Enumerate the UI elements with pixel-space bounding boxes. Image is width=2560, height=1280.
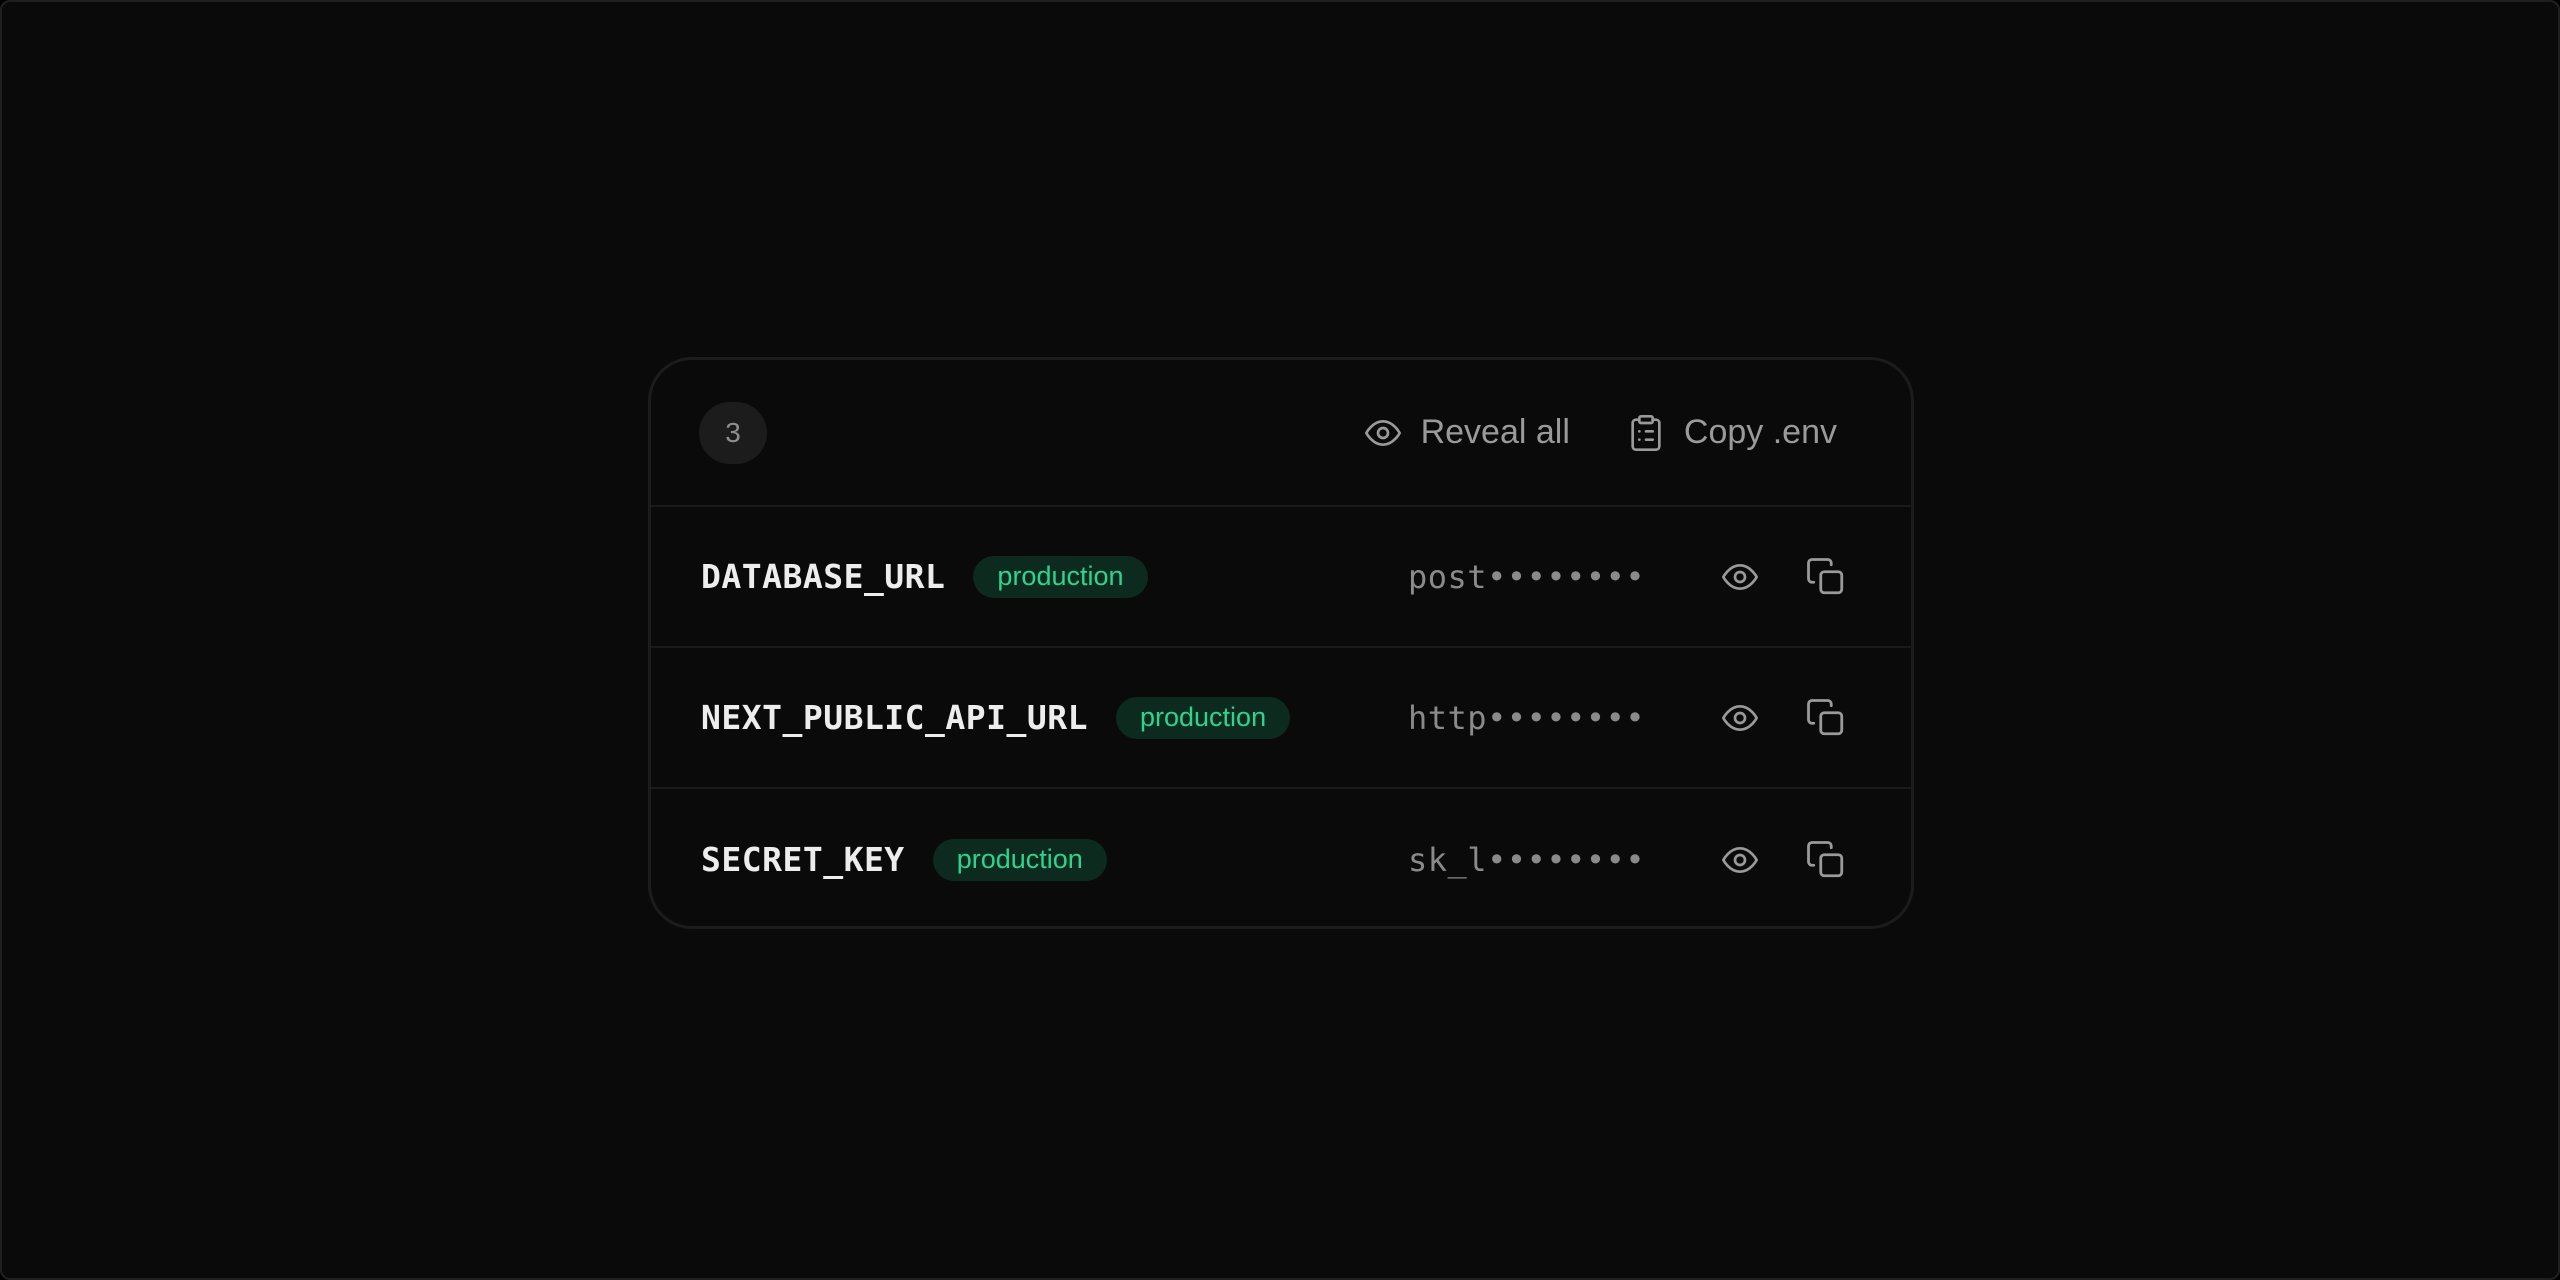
header-actions: Reveal all Copy .env: [1363, 413, 1837, 453]
clipboard-list-icon: [1631, 414, 1661, 451]
env-var-row: DATABASE_URL production post••••••••: [651, 507, 1911, 648]
environment-badge: production: [932, 838, 1107, 881]
copy-value-button[interactable]: [1805, 839, 1847, 881]
environment-badge: production: [1116, 696, 1291, 739]
variable-name: NEXT_PUBLIC_API_URL: [701, 698, 1088, 737]
masked-value: http••••••••: [1408, 698, 1646, 737]
app-frame: 3 Reveal all Copy .env DATABASE_URL prod…: [0, 0, 2560, 1280]
copy-icon: [1807, 840, 1844, 877]
eye-icon: [1364, 419, 1401, 446]
variable-name: DATABASE_URL: [701, 557, 946, 596]
masked-value: sk_l••••••••: [1408, 840, 1646, 879]
reveal-value-button[interactable]: [1719, 697, 1761, 739]
variable-name: SECRET_KEY: [701, 840, 905, 879]
copy-env-label: Copy .env: [1683, 413, 1837, 451]
variable-count-badge: 3: [699, 401, 767, 464]
eye-icon: [1722, 563, 1758, 590]
copy-icon: [1807, 698, 1844, 735]
copy-value-button[interactable]: [1805, 556, 1847, 598]
masked-value: post••••••••: [1408, 557, 1646, 596]
row-actions: [1719, 839, 1847, 881]
card-header: 3 Reveal all Copy .env: [651, 360, 1911, 507]
eye-icon: [1722, 704, 1758, 731]
env-var-row: SECRET_KEY production sk_l••••••••: [651, 789, 1911, 926]
environment-badge: production: [973, 555, 1148, 598]
copy-value-button[interactable]: [1805, 697, 1847, 739]
copy-env-button[interactable]: Copy .env: [1626, 413, 1837, 453]
env-var-row: NEXT_PUBLIC_API_URL production http•••••…: [651, 648, 1911, 789]
reveal-value-button[interactable]: [1719, 556, 1761, 598]
reveal-value-button[interactable]: [1719, 839, 1761, 881]
row-actions: [1719, 697, 1847, 739]
copy-icon: [1807, 557, 1844, 594]
reveal-all-label: Reveal all: [1420, 413, 1570, 451]
row-actions: [1719, 556, 1847, 598]
eye-icon: [1722, 846, 1758, 873]
reveal-all-button[interactable]: Reveal all: [1363, 413, 1570, 453]
env-vars-card: 3 Reveal all Copy .env DATABASE_URL prod…: [648, 357, 1914, 929]
